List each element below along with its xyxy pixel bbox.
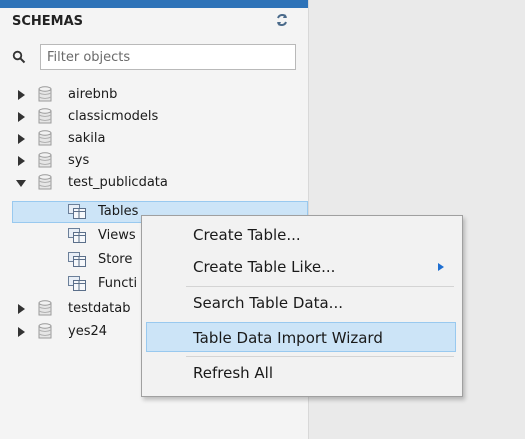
expand-arrow-icon[interactable] xyxy=(16,156,26,166)
table-folder-icon xyxy=(68,204,86,219)
database-icon xyxy=(38,323,52,339)
database-icon xyxy=(38,152,52,168)
menu-item-table-data-import-wizard[interactable]: Table Data Import Wizard xyxy=(146,322,456,352)
expand-arrow-icon[interactable] xyxy=(16,134,26,144)
expand-arrow-icon[interactable] xyxy=(16,327,26,337)
schema-label: airebnb xyxy=(68,87,118,102)
tree-child-label: Views xyxy=(98,228,136,243)
menu-item-search-table-data[interactable]: Search Table Data... xyxy=(146,288,456,318)
menu-item-label: Search Table Data... xyxy=(193,294,343,312)
schema-label: yes24 xyxy=(68,324,108,339)
menu-item-label: Create Table Like... xyxy=(193,258,336,276)
submenu-arrow-icon xyxy=(438,263,444,271)
sidebar-top-strip xyxy=(0,0,308,8)
database-icon xyxy=(38,86,52,102)
expand-arrow-icon[interactable] xyxy=(16,90,26,100)
database-icon xyxy=(38,174,52,190)
collapse-arrow-icon[interactable] xyxy=(16,178,26,188)
menu-separator xyxy=(186,356,454,357)
expand-arrow-icon[interactable] xyxy=(16,304,26,314)
schema-label: sys xyxy=(68,153,90,168)
menu-item-label: Refresh All xyxy=(193,364,274,382)
procedure-folder-icon xyxy=(68,252,86,267)
schema-label: test_publicdata xyxy=(68,175,168,190)
view-folder-icon xyxy=(68,228,86,243)
menu-item-create-table-like[interactable]: Create Table Like... xyxy=(146,252,456,282)
menu-item-label: Table Data Import Wizard xyxy=(193,329,383,347)
tree-child-label: Functi xyxy=(98,276,138,291)
function-folder-icon xyxy=(68,276,86,291)
filter-bar xyxy=(12,44,300,72)
filter-objects-input[interactable] xyxy=(40,44,296,70)
refresh-icon[interactable] xyxy=(275,13,289,27)
tree-child-label: Tables xyxy=(98,204,139,219)
menu-item-create-table[interactable]: Create Table... xyxy=(146,220,456,250)
expand-arrow-icon[interactable] xyxy=(16,112,26,122)
schema-label: testdatab xyxy=(68,301,131,316)
schema-label: classicmodels xyxy=(68,109,159,124)
database-icon xyxy=(38,108,52,124)
database-icon xyxy=(38,300,52,316)
database-icon xyxy=(38,130,52,146)
schema-label: sakila xyxy=(68,131,106,146)
menu-separator xyxy=(186,286,454,287)
search-icon xyxy=(12,50,26,64)
schemas-title: SCHEMAS xyxy=(12,14,84,29)
menu-item-label: Create Table... xyxy=(193,226,301,244)
menu-item-refresh-all[interactable]: Refresh All xyxy=(146,358,456,388)
tree-child-label: Store xyxy=(98,252,133,267)
context-menu: Create Table... Create Table Like... Sea… xyxy=(141,215,463,397)
